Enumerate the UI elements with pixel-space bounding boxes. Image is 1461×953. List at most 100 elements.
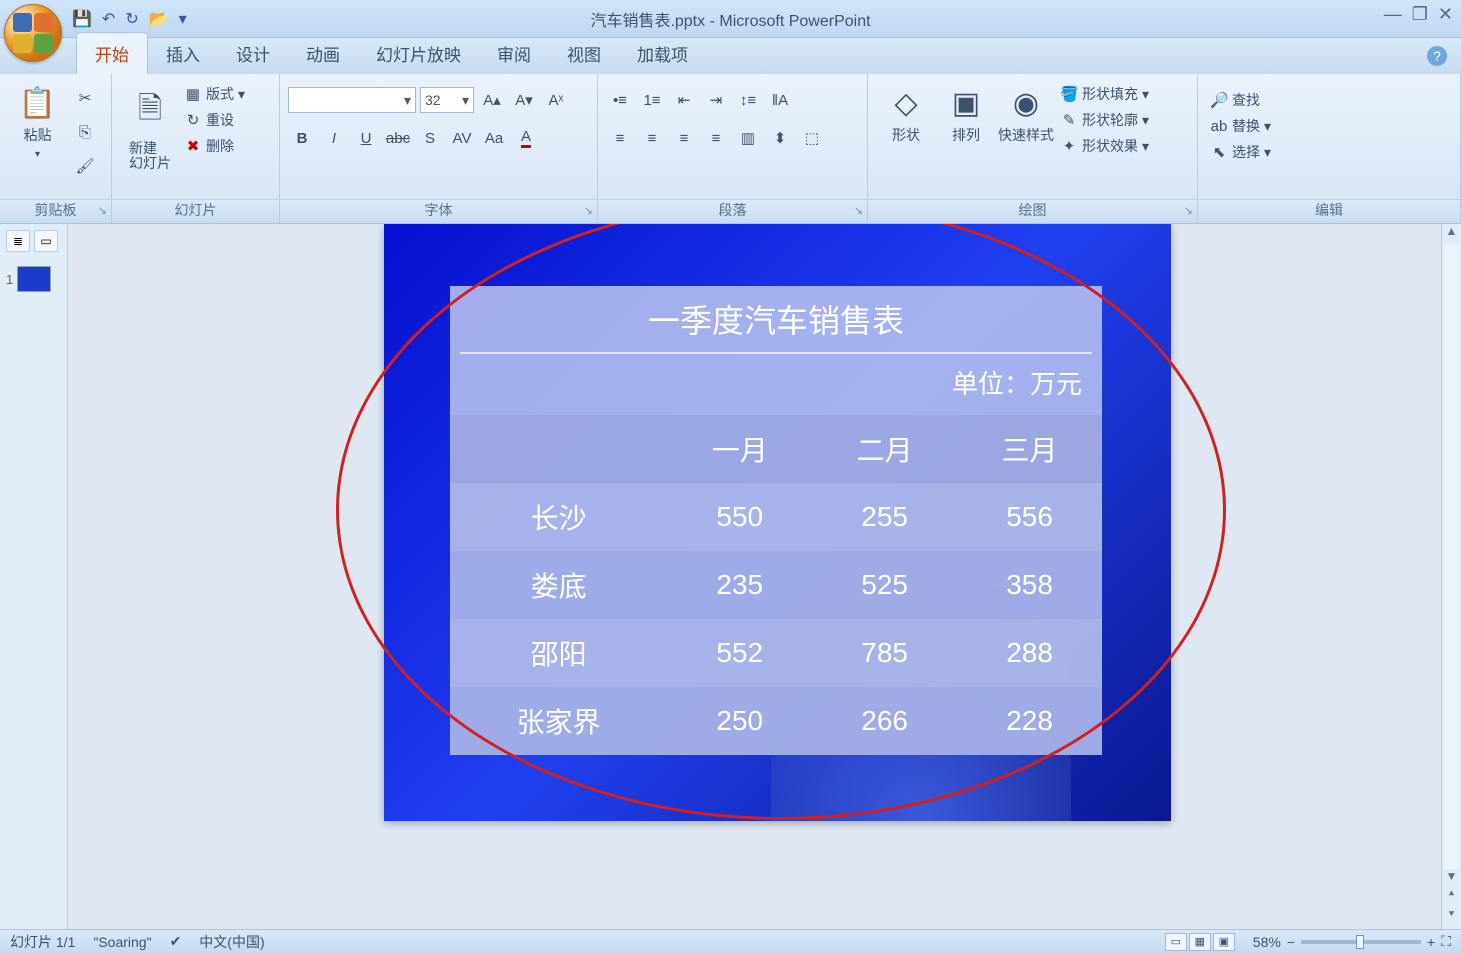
new-slide-button[interactable]: 🗎 新建 幻灯片 bbox=[120, 80, 180, 172]
indent-dec-button[interactable]: ⇤ bbox=[670, 86, 698, 114]
qat-customize-icon[interactable]: ▾ bbox=[179, 9, 187, 29]
vertical-scrollbar[interactable]: ▲ ▼ ⯅⯆ bbox=[1441, 224, 1461, 929]
align-center-button[interactable]: ≡ bbox=[638, 124, 666, 152]
help-button[interactable]: ? bbox=[1427, 46, 1447, 66]
zoom-in-button[interactable]: + bbox=[1427, 934, 1435, 950]
sorter-view-button[interactable]: ▦ bbox=[1189, 933, 1211, 951]
delete-slide-button[interactable]: ✖删除 bbox=[184, 136, 245, 156]
scroll-up-icon[interactable]: ▲ bbox=[1442, 224, 1461, 244]
shape-effects-button[interactable]: ✦形状效果 ▾ bbox=[1060, 136, 1149, 156]
fit-window-button[interactable]: ⛶ bbox=[1441, 933, 1451, 950]
tab-review[interactable]: 审阅 bbox=[479, 33, 549, 74]
drawing-launcher[interactable]: ↘ bbox=[1184, 204, 1193, 217]
font-launcher[interactable]: ↘ bbox=[584, 204, 593, 217]
next-slide-button[interactable]: ⯆ bbox=[1442, 909, 1461, 929]
strike-button[interactable]: abc bbox=[384, 124, 412, 152]
minimize-button[interactable]: — bbox=[1384, 4, 1402, 25]
prev-slide-button[interactable]: ⯅ bbox=[1442, 889, 1461, 909]
undo-icon[interactable]: ↶ bbox=[102, 9, 115, 29]
tab-addin[interactable]: 加载项 bbox=[619, 33, 706, 74]
bullets-button[interactable]: •≡ bbox=[606, 86, 634, 114]
tab-slideshow[interactable]: 幻灯片放映 bbox=[358, 33, 479, 74]
slides-tab-button[interactable]: ▭ bbox=[34, 230, 58, 252]
align-left-button[interactable]: ≡ bbox=[606, 124, 634, 152]
office-button[interactable] bbox=[4, 4, 62, 62]
shapes-icon: ◇ bbox=[894, 86, 917, 121]
text-direction-button[interactable]: ‖A bbox=[766, 86, 794, 114]
indent-inc-button[interactable]: ⇥ bbox=[702, 86, 730, 114]
normal-view-button[interactable]: ▭ bbox=[1165, 933, 1187, 951]
close-button[interactable]: ✕ bbox=[1438, 4, 1453, 25]
numbering-button[interactable]: 1≡ bbox=[638, 86, 666, 114]
slide-canvas[interactable]: 一季度汽车销售表 单位：万元 一月 二月 三月 长沙 550 255 556 bbox=[68, 224, 1441, 929]
arrange-button[interactable]: ▣排列 bbox=[936, 80, 996, 145]
table-unit: 单位：万元 bbox=[450, 354, 1102, 415]
underline-button[interactable]: U bbox=[352, 124, 380, 152]
group-drawing: ◇形状 ▣排列 ◉快速样式 🪣形状填充 ▾ ✎形状轮廓 ▾ ✦形状效果 ▾ 绘图… bbox=[868, 74, 1198, 223]
clipboard-icon: 📋 bbox=[19, 86, 56, 121]
cut-button[interactable]: ✂ bbox=[71, 84, 99, 112]
reset-button[interactable]: ↻重设 bbox=[184, 110, 245, 130]
new-slide-icon: 🗎 bbox=[138, 86, 162, 137]
change-case-button[interactable]: Aa bbox=[480, 124, 508, 152]
table-title: 一季度汽车销售表 bbox=[450, 286, 1102, 352]
align-text-button[interactable]: ⬍ bbox=[766, 124, 794, 152]
shape-outline-button[interactable]: ✎形状轮廓 ▾ bbox=[1060, 110, 1149, 130]
char-spacing-button[interactable]: AV bbox=[448, 124, 476, 152]
grow-font-button[interactable]: A▴ bbox=[478, 86, 506, 114]
outline-icon: ✎ bbox=[1060, 111, 1078, 129]
save-icon[interactable]: 💾 bbox=[72, 9, 92, 29]
theme-indicator: "Soaring" bbox=[93, 934, 151, 950]
slide-thumbnail-1[interactable]: 1 bbox=[6, 266, 61, 292]
paragraph-launcher[interactable]: ↘ bbox=[854, 204, 863, 217]
quick-styles-button[interactable]: ◉快速样式 bbox=[996, 80, 1056, 145]
font-family-combo[interactable]: ▾ bbox=[288, 87, 416, 113]
shadow-button[interactable]: S bbox=[416, 124, 444, 152]
paste-button[interactable]: 📋 粘贴 ▾ bbox=[8, 80, 67, 160]
slide[interactable]: 一季度汽车销售表 单位：万元 一月 二月 三月 长沙 550 255 556 bbox=[384, 224, 1171, 821]
bold-button[interactable]: B bbox=[288, 124, 316, 152]
replace-button[interactable]: ab替换 ▾ bbox=[1210, 116, 1271, 136]
language-indicator[interactable]: 中文(中国) bbox=[199, 932, 264, 952]
slideshow-view-button[interactable]: ▣ bbox=[1213, 933, 1235, 951]
redo-icon[interactable]: ↻ bbox=[125, 9, 138, 29]
font-size-combo[interactable]: 32▾ bbox=[420, 87, 474, 113]
table-header-row: 一月 二月 三月 bbox=[450, 415, 1102, 483]
clipboard-launcher[interactable]: ↘ bbox=[98, 204, 107, 217]
outline-tab-button[interactable]: ≣ bbox=[6, 230, 30, 252]
slide-table[interactable]: 一季度汽车销售表 单位：万元 一月 二月 三月 长沙 550 255 556 bbox=[450, 286, 1102, 755]
tab-animation[interactable]: 动画 bbox=[288, 33, 358, 74]
spellcheck-icon[interactable]: ✔ bbox=[170, 933, 182, 950]
tab-insert[interactable]: 插入 bbox=[148, 33, 218, 74]
ribbon-tabs: 开始 插入 设计 动画 幻灯片放映 审阅 视图 加载项 ? bbox=[0, 38, 1461, 74]
columns-button[interactable]: ▥ bbox=[734, 124, 762, 152]
workspace: ≣ ▭ 1 一季度汽车销售表 单位：万元 一月 二月 三月 bbox=[0, 224, 1461, 929]
scroll-track[interactable] bbox=[1444, 244, 1459, 869]
zoom-level[interactable]: 58% bbox=[1253, 934, 1281, 950]
tab-view[interactable]: 视图 bbox=[549, 33, 619, 74]
font-color-button[interactable]: A bbox=[512, 124, 540, 152]
select-button[interactable]: ⬉选择 ▾ bbox=[1210, 142, 1271, 162]
find-button[interactable]: 🔎查找 bbox=[1210, 90, 1271, 110]
layout-button[interactable]: ▦版式 ▾ bbox=[184, 84, 245, 104]
clear-format-button[interactable]: Aˣ bbox=[542, 86, 570, 114]
scroll-down-icon[interactable]: ▼ bbox=[1442, 869, 1461, 889]
format-painter-button[interactable]: 🖌 bbox=[71, 152, 99, 180]
open-icon[interactable]: 📂 bbox=[149, 9, 169, 29]
shapes-button[interactable]: ◇形状 bbox=[876, 80, 936, 145]
smartart-button[interactable]: ⬚ bbox=[798, 124, 826, 152]
restore-button[interactable]: ❐ bbox=[1412, 4, 1428, 25]
line-spacing-button[interactable]: ↕≡ bbox=[734, 86, 762, 114]
italic-button[interactable]: I bbox=[320, 124, 348, 152]
tab-design[interactable]: 设计 bbox=[218, 33, 288, 74]
tab-home[interactable]: 开始 bbox=[76, 32, 148, 74]
align-right-button[interactable]: ≡ bbox=[670, 124, 698, 152]
fill-icon: 🪣 bbox=[1060, 85, 1078, 103]
align-justify-button[interactable]: ≡ bbox=[702, 124, 730, 152]
zoom-slider[interactable] bbox=[1301, 940, 1421, 944]
zoom-out-button[interactable]: − bbox=[1287, 934, 1295, 950]
shape-fill-button[interactable]: 🪣形状填充 ▾ bbox=[1060, 84, 1149, 104]
delete-icon: ✖ bbox=[184, 137, 202, 155]
shrink-font-button[interactable]: A▾ bbox=[510, 86, 538, 114]
copy-button[interactable]: ⎘ bbox=[71, 118, 99, 146]
